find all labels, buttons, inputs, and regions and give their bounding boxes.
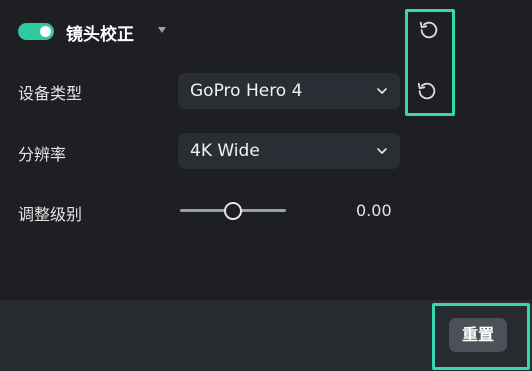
adjust-level-value: 0.00 bbox=[356, 201, 392, 220]
adjust-level-label: 调整级别 bbox=[18, 205, 83, 224]
caret-down-icon[interactable] bbox=[158, 27, 166, 33]
toggle-knob bbox=[40, 26, 51, 37]
device-type-value: GoPro Hero 4 bbox=[190, 81, 303, 101]
reset-button[interactable]: 重置 bbox=[449, 318, 507, 352]
device-type-select[interactable]: GoPro Hero 4 bbox=[178, 73, 400, 109]
enable-toggle[interactable] bbox=[18, 23, 54, 40]
resolution-value: 4K Wide bbox=[190, 141, 260, 161]
undo-icon[interactable] bbox=[416, 80, 438, 102]
resolution-label: 分辨率 bbox=[18, 145, 67, 164]
section-title: 镜头校正 bbox=[66, 25, 134, 45]
undo-icon[interactable] bbox=[418, 19, 440, 41]
device-type-label: 设备类型 bbox=[18, 84, 83, 103]
chevron-down-icon bbox=[377, 148, 387, 154]
resolution-select[interactable]: 4K Wide bbox=[178, 133, 400, 169]
adjust-level-slider-thumb[interactable] bbox=[224, 202, 242, 220]
chevron-down-icon bbox=[377, 88, 387, 94]
lens-correction-panel: 镜头校正 设备类型 GoPro Hero 4 分辨率 4K Wide 调整级别 … bbox=[0, 0, 532, 300]
